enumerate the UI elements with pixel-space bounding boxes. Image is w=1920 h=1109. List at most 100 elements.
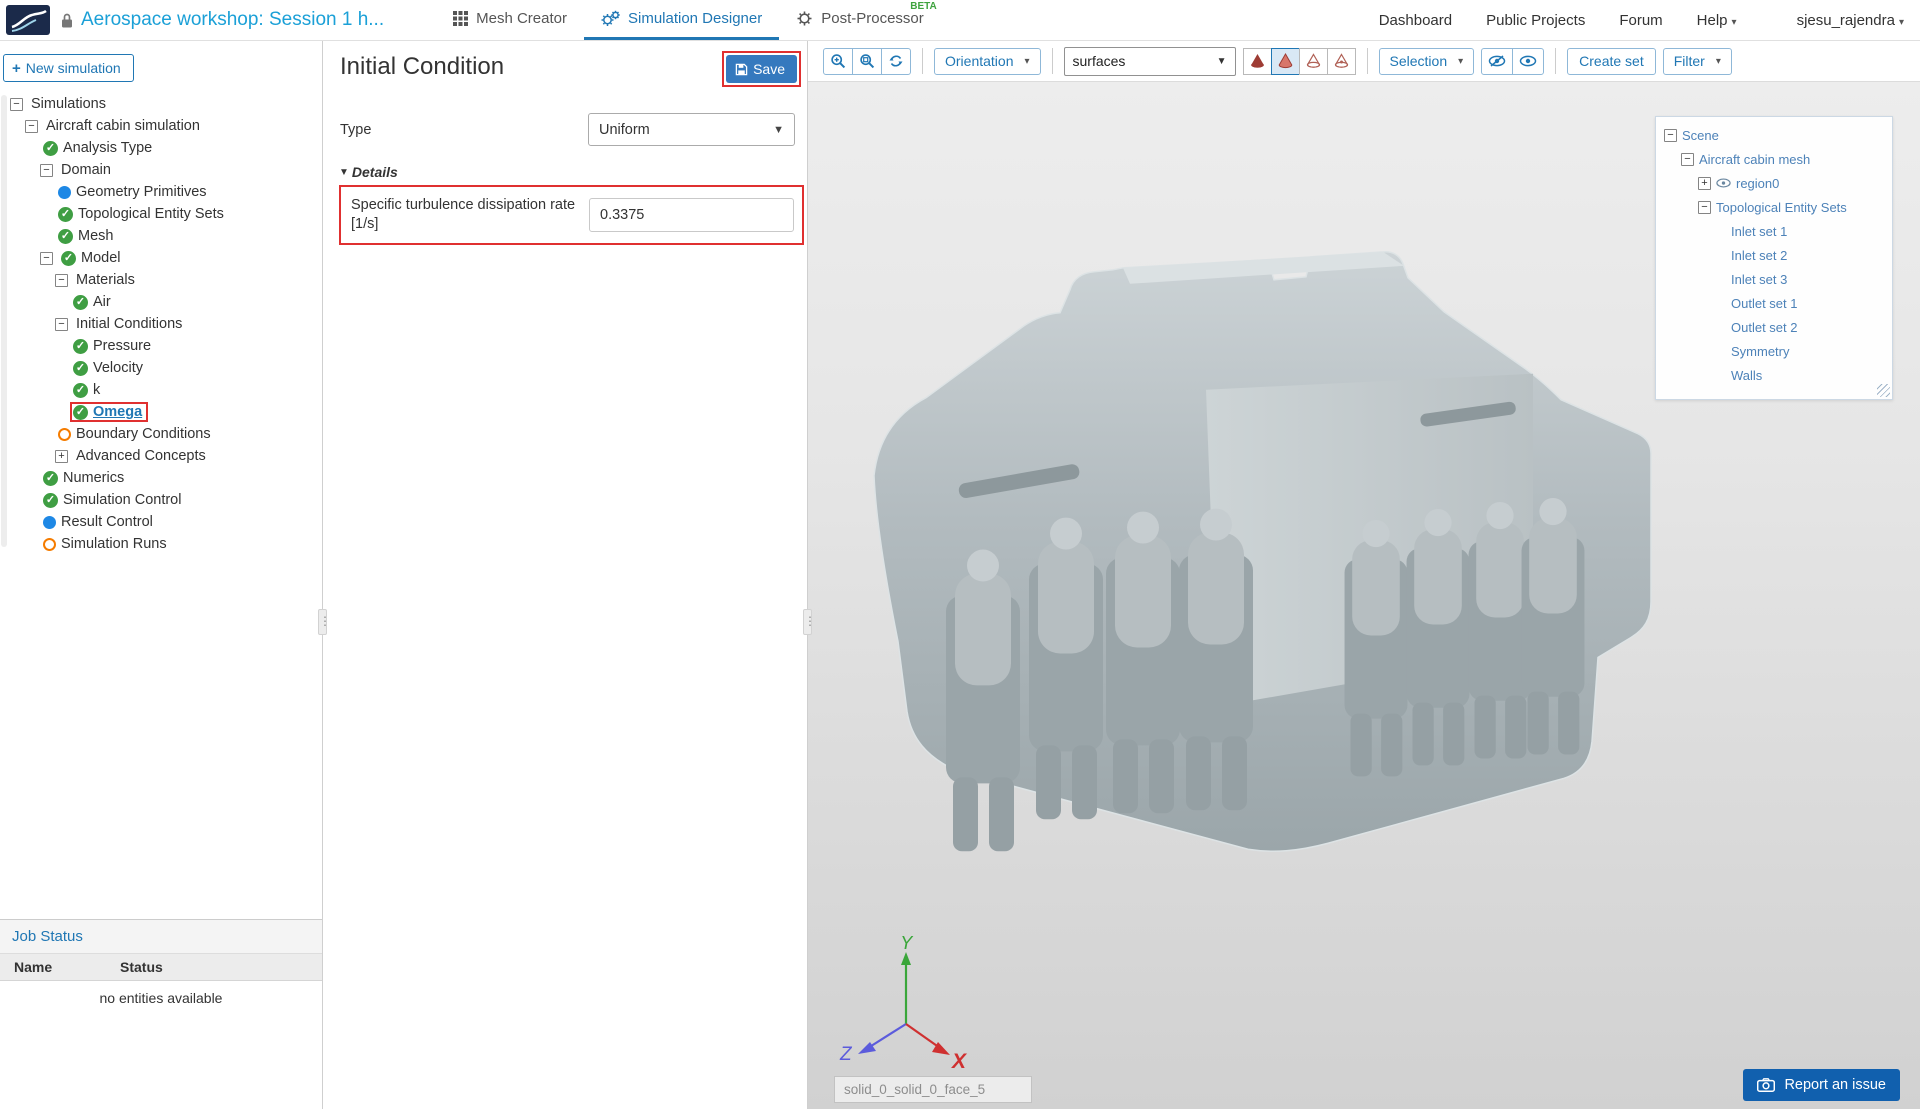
tree-item-k[interactable]: ✓ k xyxy=(10,379,322,401)
selection-dropdown[interactable]: Selection ▾ xyxy=(1378,47,1475,75)
tree-item-result-control[interactable]: Result Control xyxy=(10,511,322,533)
save-button[interactable]: Save xyxy=(726,55,797,83)
scene-item-inlet-set-3[interactable]: Inlet set 3 xyxy=(1660,267,1888,291)
tree-item-omega[interactable]: ✓ Omega xyxy=(10,401,322,423)
visibility-eye-icon[interactable] xyxy=(1716,178,1731,188)
scene-item-region0[interactable]: + region0 xyxy=(1660,171,1888,195)
cone-active-button[interactable] xyxy=(1270,47,1300,75)
expand-toggle-icon[interactable]: + xyxy=(55,449,68,463)
collapse-toggle-icon[interactable]: − xyxy=(1664,128,1677,142)
omega-value-input[interactable] xyxy=(589,197,794,232)
scene-item-outlet-set-1[interactable]: Outlet set 1 xyxy=(1660,291,1888,315)
column-name: Name xyxy=(14,959,53,975)
nav-public-projects[interactable]: Public Projects xyxy=(1486,12,1585,29)
tree-item-model[interactable]: − ✓ Model xyxy=(10,247,322,269)
tab-post-processor[interactable]: Post-Processor BETA xyxy=(779,0,941,40)
scene-item-inlet-set-1[interactable]: Inlet set 1 xyxy=(1660,219,1888,243)
tree-item-mesh[interactable]: ✓ Mesh xyxy=(10,225,322,247)
hide-selection-button[interactable] xyxy=(1481,47,1514,75)
tree-item-simulation-runs[interactable]: Simulation Runs xyxy=(10,533,322,555)
project-title[interactable]: Aerospace workshop: Session 1 h... xyxy=(81,9,384,31)
check-icon: ✓ xyxy=(43,492,58,508)
refresh-view-button[interactable] xyxy=(881,47,911,75)
camera-icon xyxy=(1757,1078,1776,1092)
scene-item-walls[interactable]: Walls xyxy=(1660,363,1888,387)
show-all-button[interactable] xyxy=(1512,47,1545,75)
3d-canvas[interactable]: − Scene − Aircraft cabin mesh + region0− Topol… xyxy=(808,81,1920,1109)
cone-solid-icon xyxy=(1249,53,1266,69)
collapse-toggle-icon[interactable]: − xyxy=(1698,200,1711,214)
nav-forum[interactable]: Forum xyxy=(1619,12,1662,29)
collapse-toggle-icon[interactable]: − xyxy=(40,251,53,265)
scene-item-aircraft-cabin-mesh[interactable]: − Aircraft cabin mesh xyxy=(1660,147,1888,171)
scene-item-scene[interactable]: − Scene xyxy=(1660,123,1888,147)
tree-item-pressure[interactable]: ✓ Pressure xyxy=(10,335,322,357)
orientation-dropdown[interactable]: Orientation ▾ xyxy=(934,47,1041,75)
zoom-in-button[interactable] xyxy=(823,47,853,75)
zoom-in-icon xyxy=(830,53,846,69)
panel-splitter[interactable]: ⋮ xyxy=(803,609,816,635)
cone-outline-dot-button[interactable] xyxy=(1326,47,1356,75)
tree-item-boundary-conditions[interactable]: Boundary Conditions xyxy=(10,423,322,445)
tab-mesh-creator[interactable]: Mesh Creator xyxy=(436,0,584,40)
tree-item-geometry-primitives[interactable]: Geometry Primitives xyxy=(10,181,322,203)
tree-item-analysis-type[interactable]: ✓ Analysis Type xyxy=(10,137,322,159)
collapse-toggle-icon[interactable]: − xyxy=(1681,152,1694,166)
axis-z-label: Z xyxy=(839,1044,853,1065)
tree-item-simulation-control[interactable]: ✓ Simulation Control xyxy=(10,489,322,511)
omega-field-label: Specific turbulence dissipation rate [1/… xyxy=(351,197,576,232)
zoom-fit-button[interactable] xyxy=(852,47,882,75)
caret-down-icon: ▾ xyxy=(1024,55,1030,67)
collapse-toggle-icon[interactable]: − xyxy=(55,273,68,287)
type-select[interactable]: Uniform ▼ xyxy=(588,113,795,146)
simulation-tree: − Simulations − Aircraft cabin simulation ✓ A… xyxy=(0,93,322,919)
filter-dropdown[interactable]: Filter ▾ xyxy=(1662,47,1732,75)
collapse-toggle-icon[interactable]: − xyxy=(25,119,38,133)
surfaces-select[interactable]: surfaces ▼ xyxy=(1063,46,1236,76)
cone-solid-button[interactable] xyxy=(1242,47,1272,75)
check-icon: ✓ xyxy=(73,360,88,376)
sidebar-splitter[interactable]: ⋮ xyxy=(318,609,331,635)
scene-item-symmetry[interactable]: Symmetry xyxy=(1660,339,1888,363)
selected-face-field[interactable]: solid_0_solid_0_face_5 xyxy=(834,1076,1032,1103)
header-nav: Dashboard Public Projects Forum Help ▾ sjes… xyxy=(1379,12,1904,29)
expand-toggle-icon[interactable]: + xyxy=(1698,176,1711,190)
tree-item-initial-conditions[interactable]: − Initial Conditions xyxy=(10,313,322,335)
grid-icon xyxy=(453,11,469,26)
tree-item-numerics[interactable]: ✓ Numerics xyxy=(10,467,322,489)
resize-grip[interactable] xyxy=(1877,384,1890,397)
app-window: Aerospace workshop: Session 1 h... Mesh … xyxy=(0,0,1920,1109)
tab-simulation-designer[interactable]: Simulation Designer xyxy=(583,0,780,40)
omega-field-row: Specific turbulence dissipation rate [1/… xyxy=(339,185,804,245)
tree-item-topological-entity-sets[interactable]: ✓ Topological Entity Sets xyxy=(10,203,322,225)
zoom-fit-icon xyxy=(859,53,875,69)
triangle-down-icon: ▼ xyxy=(339,166,349,178)
collapse-toggle-icon[interactable]: − xyxy=(55,317,68,331)
gears-icon xyxy=(601,10,620,27)
create-set-button[interactable]: Create set xyxy=(1567,47,1656,75)
scene-item-topological-entity-sets[interactable]: − Topological Entity Sets xyxy=(1660,195,1888,219)
tree-item-air[interactable]: ✓ Air xyxy=(10,291,322,313)
collapse-toggle-icon[interactable]: − xyxy=(40,163,53,177)
app-logo[interactable] xyxy=(6,5,50,35)
new-simulation-button[interactable]: + New simulation xyxy=(3,54,134,82)
scene-item-inlet-set-2[interactable]: Inlet set 2 xyxy=(1660,243,1888,267)
tree-item-simulations[interactable]: − Simulations xyxy=(10,93,322,115)
collapse-toggle-icon[interactable]: − xyxy=(10,97,23,111)
tree-item-domain[interactable]: − Domain xyxy=(10,159,322,181)
details-toggle[interactable]: ▼ Details xyxy=(323,146,807,180)
check-icon: ✓ xyxy=(43,470,58,486)
scene-item-outlet-set-2[interactable]: Outlet set 2 xyxy=(1660,315,1888,339)
tree-item-materials[interactable]: − Materials xyxy=(10,269,322,291)
tree-item-velocity[interactable]: ✓ Velocity xyxy=(10,357,322,379)
tree-item-advanced-concepts[interactable]: + Advanced Concepts xyxy=(10,445,322,467)
scene-tree-list: − Scene − Aircraft cabin mesh + region0− Topol… xyxy=(1660,123,1888,387)
cone-outline-button[interactable] xyxy=(1298,47,1328,75)
user-menu[interactable]: sjesu_rajendra ▾ xyxy=(1797,12,1904,29)
nav-dashboard[interactable]: Dashboard xyxy=(1379,12,1452,29)
help-menu[interactable]: Help ▾ xyxy=(1697,12,1737,29)
tree-item-aircraft-cabin-simulation[interactable]: − Aircraft cabin simulation xyxy=(10,115,322,137)
report-issue-button[interactable]: Report an issue xyxy=(1743,1069,1900,1101)
check-icon: ✓ xyxy=(73,404,88,420)
header-nav-links: Dashboard Public Projects Forum xyxy=(1379,12,1663,29)
